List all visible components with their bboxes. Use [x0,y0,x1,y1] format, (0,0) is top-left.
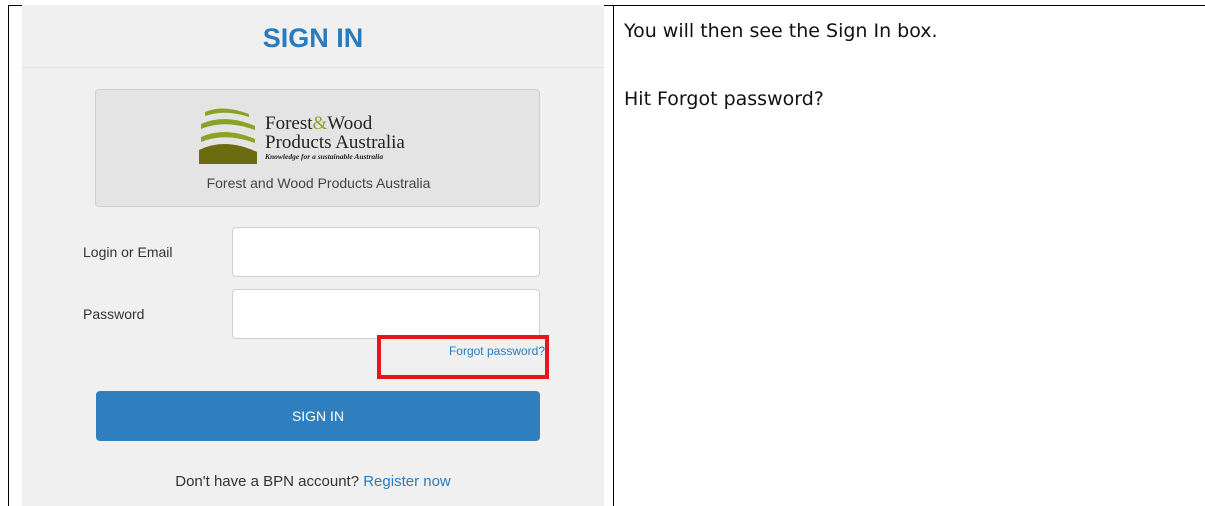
login-email-input[interactable] [232,227,540,277]
logo-line2: Products Australia [265,132,405,153]
signin-screenshot: SIGN IN Forest&Wood Products Australia K… [22,5,604,506]
logo-word-forest: Forest [265,113,313,134]
organisation-name: Forest and Wood Products Australia [206,175,431,191]
register-prompt: Don't have a BPN account? [175,473,364,490]
register-now-link[interactable]: Register now [363,473,451,490]
forgot-password-link[interactable]: Forgot password? [385,344,545,358]
logo-word-wood: Wood [327,113,373,134]
organisation-card: Forest&Wood Products Australia Knowledge… [95,89,540,207]
password-label: Password [83,306,145,322]
logo-line1: Forest&Wood [265,114,405,133]
table-column-divider [613,5,614,506]
instruction-line-1: You will then see the Sign In box. [624,20,938,42]
signin-title: SIGN IN [262,23,364,53]
fwpa-logo: Forest&Wood Products Australia Knowledge… [199,106,439,164]
fwpa-logo-icon [199,108,257,164]
login-label: Login or Email [83,244,173,260]
sign-in-button[interactable]: SIGN IN [96,391,540,441]
logo-ampersand: & [312,113,328,134]
table-left-border [8,5,9,506]
document-table: SIGN IN Forest&Wood Products Australia K… [0,0,1205,506]
logo-tagline: Knowledge for a sustainable Australia [265,152,384,161]
logo-wordmark: Forest&Wood Products Australia Knowledge… [265,114,405,162]
instruction-line-2: Hit Forgot password? [624,88,824,110]
header-divider [22,67,604,68]
register-line: Don't have a BPN account? Register now [22,473,604,490]
password-input[interactable] [232,289,540,339]
